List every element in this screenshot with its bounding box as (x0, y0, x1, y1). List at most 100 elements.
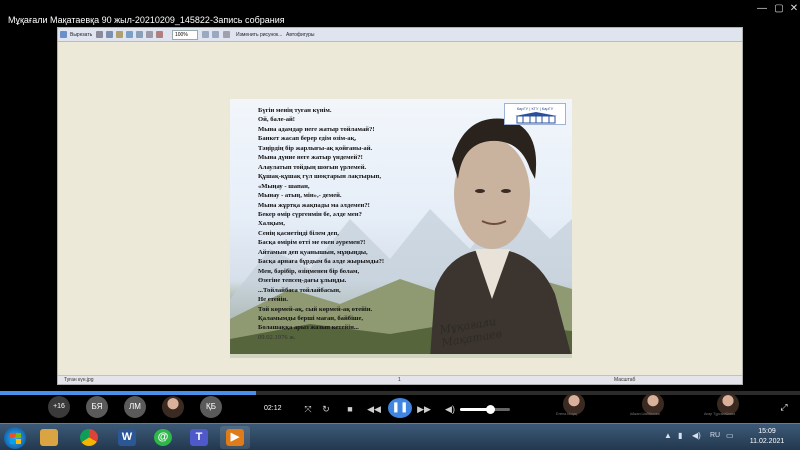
participant-name: Анар Тұрсымбаева (704, 412, 736, 416)
participant-avatar[interactable] (162, 396, 184, 418)
status-zoom-label: Масштаб (614, 377, 636, 383)
window-title: Мұқағали Мақатаевқа 90 жыл-20210209_1458… (8, 15, 285, 25)
windows-logo-icon (16, 433, 21, 438)
clock-date: 11.02.2021 (749, 438, 785, 445)
folder-icon (40, 429, 58, 446)
poem-line: Той көрмей-ақ, сый көрмей-ақ өтейін. (258, 305, 373, 313)
delete-icon[interactable] (156, 31, 163, 38)
volume-slider[interactable] (460, 405, 510, 414)
save-icon[interactable] (106, 31, 113, 38)
fast-forward-icon[interactable]: ▶▶ (416, 403, 432, 415)
status-filename: Туған күн.jpg (64, 377, 94, 383)
cast-icon[interactable]: ⤧ (300, 403, 316, 415)
restore-icon[interactable]: ▢ (771, 2, 787, 16)
pause-button[interactable]: ❚❚ (388, 398, 412, 418)
logo-text: КарГУ | КГУ | КарГУ (516, 106, 554, 111)
close-icon[interactable]: ✕ (786, 2, 800, 16)
repeat-icon[interactable]: ↻ (318, 403, 334, 415)
print-icon[interactable] (96, 31, 103, 38)
start-button[interactable] (4, 427, 26, 449)
taskbar-explorer[interactable] (34, 426, 64, 449)
building-icon (515, 112, 557, 124)
poem-line: Мынау - атың, мін»,- демей. (258, 192, 342, 200)
poem-line: Басқа арнаға бұрдым ба әлде жырымды?! (258, 258, 385, 266)
participant-avatar[interactable]: ЛМ (124, 396, 146, 418)
drawing-toolbar: Вырезать 100% Изменить рисунок... Автофи… (58, 28, 742, 42)
taskbar-word[interactable]: W (112, 426, 142, 449)
taskbar-teams[interactable]: T (184, 426, 214, 449)
whatsapp-icon: @ (154, 429, 172, 446)
volume-slider-knob[interactable] (486, 405, 495, 414)
taskbar-media-player[interactable]: ▶ (220, 426, 250, 449)
zoom-select[interactable]: 100% (172, 30, 198, 40)
fit-icon[interactable] (223, 31, 230, 38)
word-icon: W (118, 429, 136, 446)
notification-icon[interactable]: ▭ (726, 431, 734, 440)
taskbar-whatsapp[interactable]: @ (148, 426, 178, 449)
poem-line: Құшақ-құшақ гүл шоқтарын лақтырып, (258, 173, 381, 181)
participant-avatar[interactable]: БЯ (86, 396, 108, 418)
taskbar: W @ T ▶ ▲ ▮ ◀) RU ▭ 15:09 11.02.2021 (0, 423, 800, 450)
windows-logo-icon (10, 439, 15, 444)
clock-time: 15:09 (758, 428, 776, 435)
poem-line: Алаулатып тойдың шоғын үрлемей. (258, 163, 367, 171)
folder-icon[interactable] (116, 31, 123, 38)
zoom-out-icon[interactable] (212, 31, 219, 38)
poem-line: Басқа өмірім өтті ме екен әуремен?! (258, 239, 366, 247)
participant-name: Елена Ысқақ (556, 412, 578, 416)
poem-date: 09.02.1976 ж. (258, 333, 296, 341)
language-indicator[interactable]: RU (710, 432, 720, 439)
poem-line: Айтамын деп қуанышын, мұңыңды, (258, 248, 368, 256)
poem-line: Болашаққа арыз жазып кетейін... (258, 324, 359, 332)
status-bar: Туған күн.jpg 1 Масштаб (58, 375, 742, 384)
taskbar-chrome[interactable] (74, 426, 104, 449)
shared-screen-document-window: Вырезать 100% Изменить рисунок... Автофи… (57, 27, 743, 385)
clock[interactable]: 15:09 11.02.2021 (745, 427, 789, 447)
poem-line: Банкет жасап берер едім өзім-ақ, (258, 135, 357, 143)
crop-icon[interactable] (146, 31, 153, 38)
rotate-icon[interactable] (126, 31, 133, 38)
media-player-icon: ▶ (226, 429, 244, 446)
poem-line: Сенің қасиетіңді білем деп, (258, 229, 339, 237)
speaker-icon[interactable]: ◀) (692, 431, 701, 440)
fullscreen-icon[interactable]: ⤢ (776, 401, 792, 413)
autoshapes-button[interactable]: Автофигуры (284, 30, 316, 40)
status-page: 1 (398, 377, 401, 383)
poem-line: Не етейін. (258, 296, 288, 304)
rewind-icon[interactable]: ◀◀ (366, 403, 382, 415)
meeting-controls-bar: +16 БЯ ЛМ ҚБ 02:12 ⤧ ↻ ■ ◀◀ ❚❚ ▶▶ ◀) Еле… (0, 393, 800, 420)
poster-image: Бүгін менің туған күнім. Ой, бале-ай! Мы… (230, 99, 572, 358)
network-icon[interactable]: ▮ (678, 431, 682, 440)
poem-line: Мына дүние неге жатыр үндемей?! (258, 154, 363, 162)
poem-text: Бүгін менің туған күнім. Ой, бале-ай! Мы… (258, 106, 448, 342)
minimize-icon[interactable]: — (754, 2, 770, 16)
poem-line: Қаламымды берші маған, байбіше, (258, 314, 364, 322)
tray-arrow-icon[interactable]: ▲ (664, 431, 672, 440)
participant-avatar[interactable]: ҚБ (200, 396, 222, 418)
change-picture-button[interactable]: Изменить рисунок... (234, 30, 284, 40)
poem-line: Өзегіне тепсең-дағы ұлыңды. (258, 277, 347, 285)
cut-button[interactable]: Вырезать (68, 30, 94, 40)
flip-icon[interactable] (136, 31, 143, 38)
poem-line: Бекер өмір сүргенмін бе, әлде мен? (258, 210, 362, 218)
poster-bottom-strip (230, 354, 572, 358)
more-participants-badge[interactable]: +16 (48, 396, 70, 418)
poem-line: Тәңірдің бір жарлығы-ақ қойғаны-ай. (258, 144, 373, 152)
teams-icon: T (190, 429, 208, 446)
poem-line: Мына жұртқа жақпады ма әлдемен?! (258, 201, 370, 209)
poem-line: Ой, бале-ай! (258, 116, 295, 124)
windows-logo-icon (10, 433, 15, 438)
chrome-icon (80, 429, 98, 446)
stop-icon[interactable]: ■ (342, 403, 358, 415)
arrow-icon[interactable] (60, 31, 67, 38)
poem-line: ...Тойлайбаса тойлайбасын, (258, 286, 341, 294)
volume-icon[interactable]: ◀) (442, 403, 458, 415)
document-canvas: Бүгін менің туған күнім. Ой, бале-ай! Мы… (58, 42, 742, 376)
poem-line: «Мыңау - шапан, (258, 182, 310, 190)
zoom-in-icon[interactable] (202, 31, 209, 38)
university-logo: КарГУ | КГУ | КарГУ (504, 103, 566, 125)
playback-time: 02:12 (264, 405, 282, 412)
system-tray: ▲ ▮ ◀) RU ▭ (664, 431, 740, 443)
poem-line: Мен, бәрібір, өзіңменен бір болам, (258, 267, 360, 275)
participant-name: Айжан Шайбатова (630, 412, 660, 416)
